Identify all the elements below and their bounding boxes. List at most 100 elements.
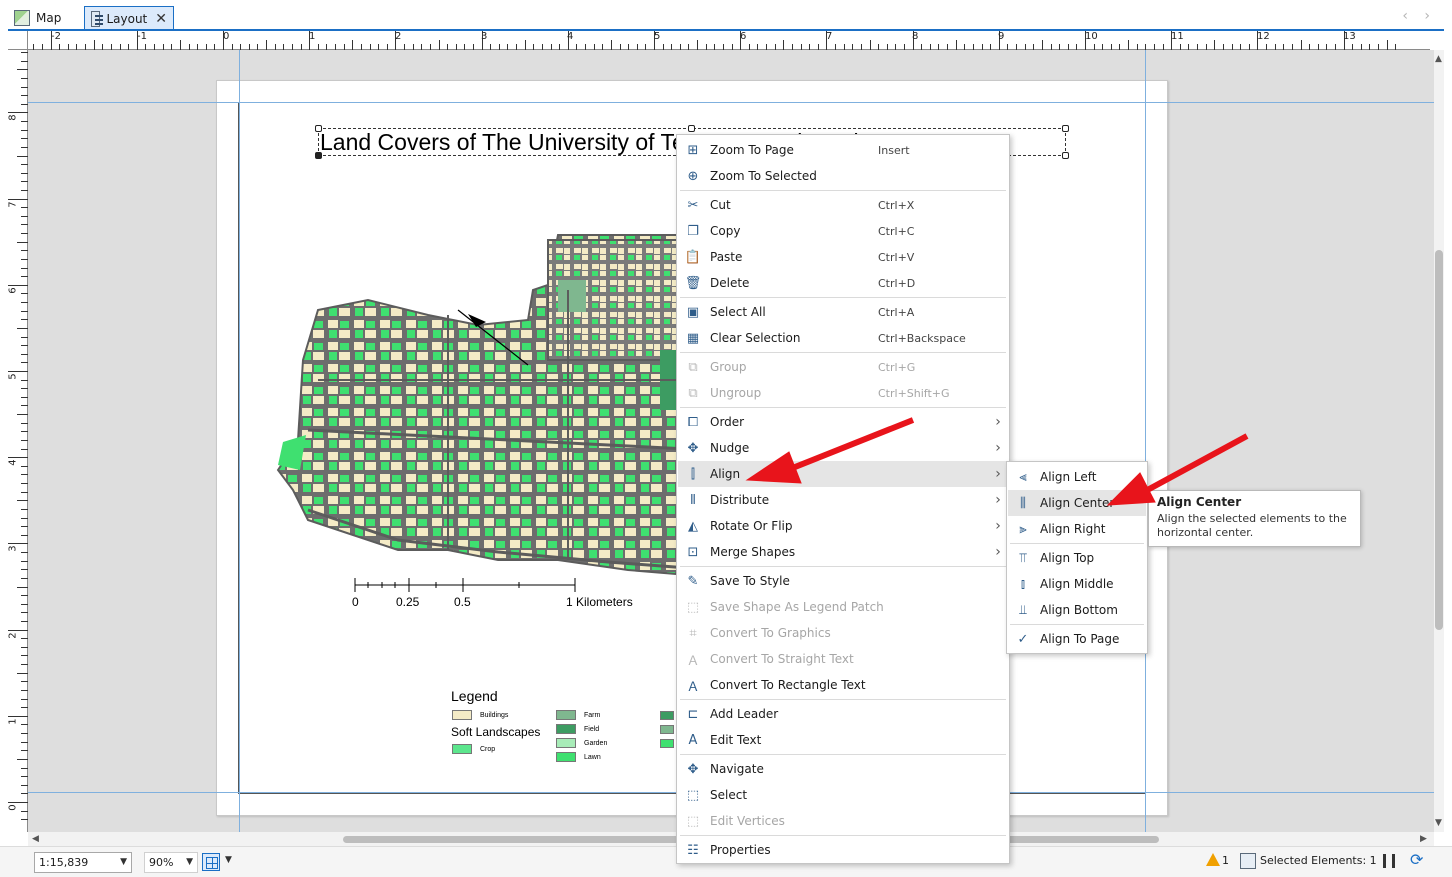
legend-item: Lawn xyxy=(556,751,601,763)
ruler-label: 10 xyxy=(1085,31,1098,42)
scale-label: 1 Kilometers xyxy=(566,595,633,609)
submenu-item-align-top[interactable]: ⫪ Align Top xyxy=(1008,545,1146,571)
menu-separator xyxy=(680,407,1006,408)
chevron-down-icon[interactable]: ▼ xyxy=(225,855,232,865)
selection-handle[interactable] xyxy=(1062,125,1069,132)
align-bottom-icon: ⫫ xyxy=(1019,602,1027,618)
menu-item-ungroup: ⧉ Ungroup Ctrl+Shift+G xyxy=(678,380,1008,406)
tab-scroll-arrows[interactable]: ‹ › xyxy=(1402,8,1436,24)
ruler-label: 5 xyxy=(7,373,19,380)
menu-item-shortcut: Ctrl+Shift+G xyxy=(878,386,950,400)
submenu-item-label: Align Bottom xyxy=(1040,603,1118,617)
selected-elements-label[interactable]: Selected Elements: 1 xyxy=(1260,854,1377,867)
tab-map[interactable]: Map xyxy=(8,6,67,30)
menu-item-convert-to-straight-text: Ａ Convert To Straight Text xyxy=(678,646,1008,672)
menu-item-label: Save Shape As Legend Patch xyxy=(710,600,884,614)
submenu-item-align-to-page[interactable]: ✓ Align To Page xyxy=(1008,626,1146,652)
selection-handle[interactable] xyxy=(1062,152,1069,159)
chevron-down-icon: ▼ xyxy=(186,857,193,867)
menu-item-navigate[interactable]: ✥ Navigate xyxy=(678,756,1008,782)
submenu-item-align-bottom[interactable]: ⫫ Align Bottom xyxy=(1008,597,1146,623)
selection-handle[interactable] xyxy=(688,125,695,132)
menu-item-distribute[interactable]: ⦀ Distribute › xyxy=(678,487,1008,513)
chevron-right-icon: › xyxy=(995,518,1001,534)
legend-item: Garden xyxy=(556,737,607,749)
menu-item-align[interactable]: ⫿ Align › xyxy=(678,461,1008,487)
menu-item-label: Rotate Or Flip xyxy=(710,519,793,533)
menu-item-delete[interactable]: 🗑 Delete Ctrl+D xyxy=(678,270,1008,296)
menu-item-merge-shapes[interactable]: ⊡ Merge Shapes › xyxy=(678,539,1008,565)
menu-item-paste[interactable]: 📋 Paste Ctrl+V xyxy=(678,244,1008,270)
menu-item-zoom-to-page[interactable]: ⊞ Zoom To Page Insert xyxy=(678,137,1008,163)
merge-shapes-icon: ⊡ xyxy=(687,544,699,560)
scroll-right-icon[interactable]: ▶ xyxy=(1420,834,1427,844)
submenu-item-align-center[interactable]: ⫼ Align Center xyxy=(1008,490,1146,516)
menu-item-select-all[interactable]: ▣ Select All Ctrl+A xyxy=(678,299,1008,325)
menu-item-cut[interactable]: ✂ Cut Ctrl+X xyxy=(678,192,1008,218)
chevron-right-icon: › xyxy=(995,414,1001,430)
scale-combobox[interactable]: 1:15,839 ▼ xyxy=(34,852,132,873)
menu-item-rotate-or-flip[interactable]: ◭ Rotate Or Flip › xyxy=(678,513,1008,539)
menu-item-nudge[interactable]: ✥ Nudge › xyxy=(678,435,1008,461)
menu-item-label: Convert To Graphics xyxy=(710,626,831,640)
selection-handle[interactable] xyxy=(315,152,322,159)
menu-separator xyxy=(680,297,1006,298)
submenu-item-align-middle[interactable]: ⫾ Align Middle xyxy=(1008,571,1146,597)
ruler-label: 7 xyxy=(7,201,19,208)
scroll-left-icon[interactable]: ◀ xyxy=(32,834,39,844)
menu-item-convert-to-graphics: ⌗ Convert To Graphics xyxy=(678,620,1008,646)
ruler-label: 0 xyxy=(223,31,230,42)
vertical-scrollbar[interactable]: ▲ ▼ xyxy=(1434,50,1444,832)
snapping-grid-icon[interactable] xyxy=(202,853,220,871)
ruler-label: -2 xyxy=(51,31,61,42)
menu-item-convert-to-rectangle-text[interactable]: Ａ Convert To Rectangle Text xyxy=(678,672,1008,698)
ruler-label: 2 xyxy=(395,31,402,42)
scale-label: 0.5 xyxy=(454,595,471,609)
menu-item-save-to-style[interactable]: ✎ Save To Style xyxy=(678,568,1008,594)
menu-item-label: Convert To Rectangle Text xyxy=(710,678,866,692)
menu-item-order[interactable]: ⧠ Order › xyxy=(678,409,1008,435)
vertical-ruler[interactable]: 8 7 6 5 4 3 2 1 0 xyxy=(8,50,28,832)
edit-vertices-icon: ⬚ xyxy=(686,813,700,829)
close-icon[interactable]: ✕ xyxy=(155,11,167,27)
guide-line[interactable] xyxy=(239,50,240,832)
guide-line[interactable] xyxy=(1145,50,1146,832)
align-top-icon: ⫪ xyxy=(1019,550,1027,566)
menu-separator xyxy=(1010,624,1144,625)
menu-item-properties[interactable]: ☷ Properties xyxy=(678,837,1008,863)
warning-icon[interactable] xyxy=(1206,853,1220,866)
legend-item: Farm xyxy=(556,709,600,721)
menu-item-copy[interactable]: ❐ Copy Ctrl+C xyxy=(678,218,1008,244)
menu-item-label: Add Leader xyxy=(710,707,779,721)
submenu-item-align-right[interactable]: ⫸ Align Right xyxy=(1008,516,1146,542)
align-center-icon: ⫼ xyxy=(1020,495,1026,511)
warning-count[interactable]: 1 xyxy=(1222,854,1229,867)
menu-item-add-leader[interactable]: ⊏ Add Leader xyxy=(678,701,1008,727)
menu-item-select[interactable]: ⬚ Select xyxy=(678,782,1008,808)
menu-item-edit-text[interactable]: A Edit Text xyxy=(678,727,1008,753)
submenu-item-label: Align To Page xyxy=(1040,632,1120,646)
menu-item-shortcut: Ctrl+C xyxy=(878,224,915,238)
horizontal-ruler[interactable]: -2 -1 0 1 2 3 4 5 6 7 8 9 10 11 12 13 xyxy=(28,31,1430,50)
guide-line[interactable] xyxy=(28,102,1434,103)
scroll-up-icon[interactable]: ▲ xyxy=(1435,54,1442,64)
refresh-icon[interactable]: ⟳ xyxy=(1410,850,1423,869)
ruler-label: 12 xyxy=(1257,31,1270,42)
scale-bar[interactable] xyxy=(348,575,588,595)
menu-item-clear-selection[interactable]: ▦ Clear Selection Ctrl+Backspace xyxy=(678,325,1008,351)
menu-item-label: Properties xyxy=(710,843,771,857)
chevron-down-icon: ▼ xyxy=(120,857,127,867)
selection-handle[interactable] xyxy=(315,125,322,132)
select-icon: ⬚ xyxy=(686,787,700,803)
legend-swatch xyxy=(556,752,576,762)
menu-item-zoom-to-selected[interactable]: ⊕ Zoom To Selected xyxy=(678,163,1008,189)
submenu-item-align-left[interactable]: ⫷ Align Left xyxy=(1008,464,1146,490)
pause-icon[interactable] xyxy=(1383,854,1395,868)
zoom-combobox[interactable]: 90% ▼ xyxy=(144,852,198,873)
legend-subtitle: Soft Landscapes xyxy=(451,725,541,739)
tab-layout[interactable]: Layout ✕ xyxy=(84,6,174,30)
scroll-down-icon[interactable]: ▼ xyxy=(1435,818,1442,828)
check-icon: ✓ xyxy=(1017,631,1029,647)
menu-item-label: Copy xyxy=(710,224,741,238)
scroll-thumb[interactable] xyxy=(1435,250,1443,630)
